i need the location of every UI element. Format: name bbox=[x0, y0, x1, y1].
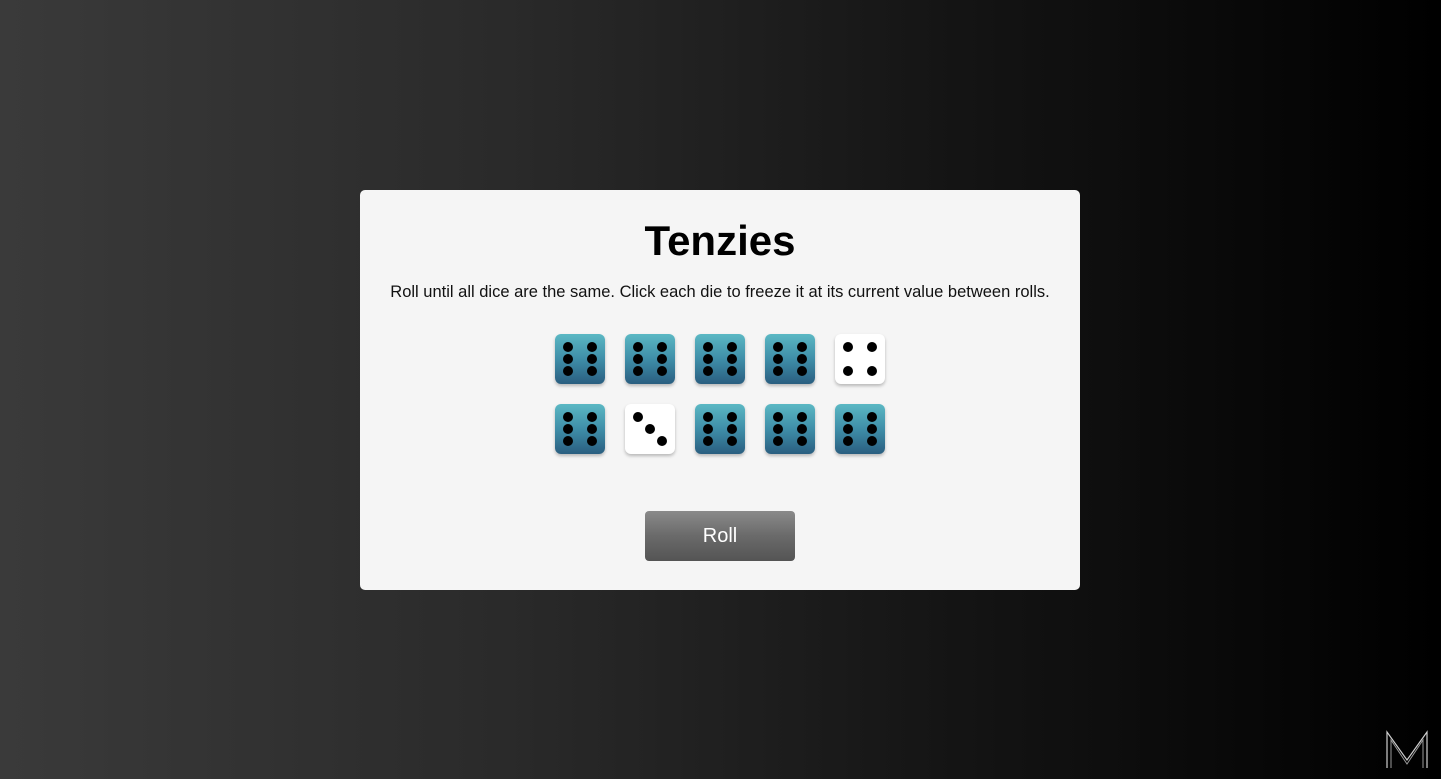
die-pip bbox=[867, 424, 877, 434]
game-instructions: Roll until all dice are the same. Click … bbox=[390, 283, 1050, 301]
die-pip bbox=[563, 354, 573, 364]
die-pip bbox=[727, 342, 737, 352]
die-pip bbox=[773, 354, 783, 364]
die-pip bbox=[797, 366, 807, 376]
die-pip bbox=[797, 354, 807, 364]
die-pip bbox=[703, 412, 713, 422]
die-pip bbox=[703, 436, 713, 446]
game-title: Tenzies bbox=[644, 217, 796, 264]
die-pip bbox=[843, 424, 853, 434]
die-1[interactable] bbox=[555, 334, 605, 384]
die-pip bbox=[703, 366, 713, 376]
die-6[interactable] bbox=[555, 404, 605, 454]
die-pip bbox=[703, 354, 713, 364]
die-pip bbox=[867, 366, 877, 376]
die-pip bbox=[773, 366, 783, 376]
die-pip bbox=[773, 342, 783, 352]
die-pip bbox=[633, 342, 643, 352]
die-pip bbox=[563, 366, 573, 376]
die-pip bbox=[633, 354, 643, 364]
die-pip bbox=[633, 412, 643, 422]
die-pip bbox=[727, 436, 737, 446]
die-9[interactable] bbox=[765, 404, 815, 454]
die-pip bbox=[657, 354, 667, 364]
die-pip bbox=[867, 342, 877, 352]
die-pip bbox=[645, 424, 655, 434]
m-monogram-icon bbox=[1386, 730, 1428, 768]
die-pip bbox=[633, 366, 643, 376]
die-pip bbox=[587, 412, 597, 422]
die-pip bbox=[587, 342, 597, 352]
die-pip bbox=[797, 342, 807, 352]
die-pip bbox=[867, 436, 877, 446]
die-pip bbox=[773, 412, 783, 422]
die-pip bbox=[703, 424, 713, 434]
die-pip bbox=[727, 424, 737, 434]
die-pip bbox=[773, 436, 783, 446]
die-5[interactable] bbox=[835, 334, 885, 384]
die-pip bbox=[563, 342, 573, 352]
die-3[interactable] bbox=[695, 334, 745, 384]
die-pip bbox=[727, 412, 737, 422]
die-2[interactable] bbox=[625, 334, 675, 384]
die-pip bbox=[587, 366, 597, 376]
die-pip bbox=[843, 436, 853, 446]
die-pip bbox=[563, 436, 573, 446]
die-pip bbox=[563, 424, 573, 434]
die-pip bbox=[867, 412, 877, 422]
die-pip bbox=[843, 412, 853, 422]
die-8[interactable] bbox=[695, 404, 745, 454]
die-pip bbox=[797, 412, 807, 422]
die-pip bbox=[587, 354, 597, 364]
die-pip bbox=[587, 424, 597, 434]
die-7[interactable] bbox=[625, 404, 675, 454]
die-pip bbox=[843, 366, 853, 376]
die-pip bbox=[843, 342, 853, 352]
die-pip bbox=[773, 424, 783, 434]
die-pip bbox=[797, 436, 807, 446]
die-pip bbox=[727, 366, 737, 376]
roll-button[interactable]: Roll bbox=[645, 511, 795, 561]
die-pip bbox=[657, 342, 667, 352]
die-10[interactable] bbox=[835, 404, 885, 454]
die-pip bbox=[727, 354, 737, 364]
die-pip bbox=[797, 424, 807, 434]
dice-grid bbox=[555, 334, 885, 454]
die-pip bbox=[657, 436, 667, 446]
die-4[interactable] bbox=[765, 334, 815, 384]
die-pip bbox=[563, 412, 573, 422]
die-pip bbox=[587, 436, 597, 446]
game-board: Tenzies Roll until all dice are the same… bbox=[360, 190, 1080, 590]
die-pip bbox=[657, 366, 667, 376]
die-pip bbox=[703, 342, 713, 352]
